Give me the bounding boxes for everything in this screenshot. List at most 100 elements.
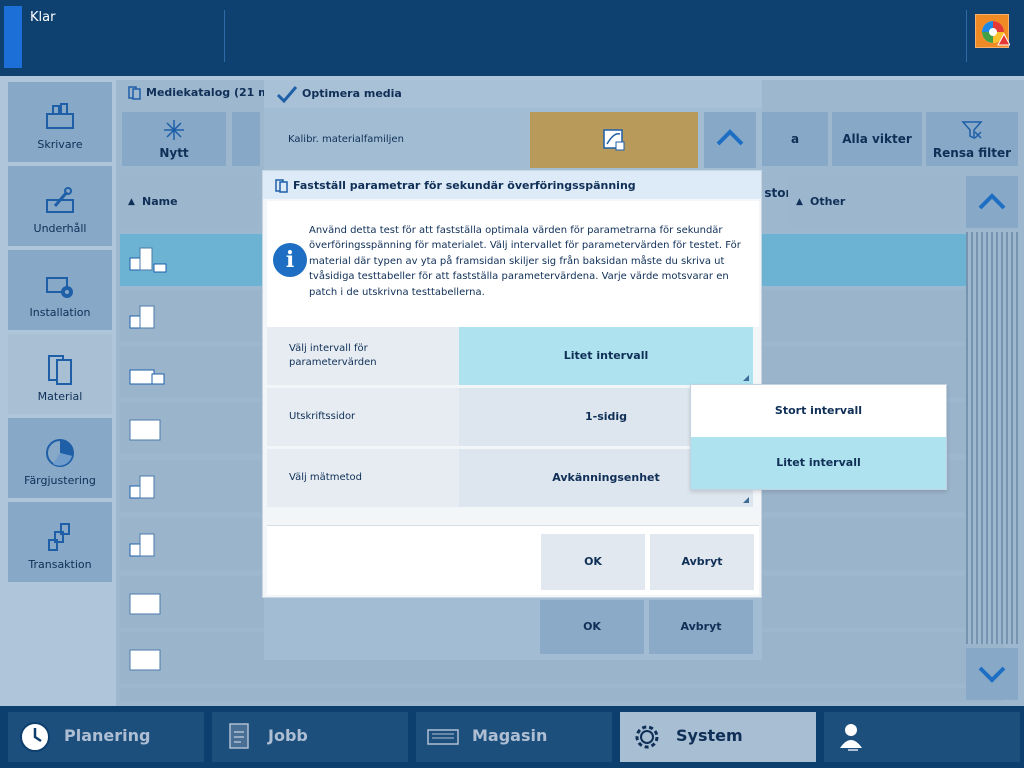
clear-filter-button[interactable]: Rensa filter (926, 112, 1018, 166)
transaction-icon (48, 523, 70, 551)
calibrate-icon (603, 129, 625, 151)
tab-label: System (676, 726, 743, 745)
dialog-title: Optimera media (302, 87, 402, 100)
nav-item-material[interactable]: Material (8, 334, 112, 414)
scrollbar[interactable] (966, 176, 1018, 700)
calib-collapse-button[interactable] (704, 112, 756, 168)
media-pages-icon (275, 179, 288, 193)
bg-cancel-button[interactable]: Avbryt (649, 600, 753, 654)
checkmark-icon (276, 86, 298, 103)
user-key-icon (840, 724, 862, 751)
sizes-filter-button[interactable]: a storlekar (762, 112, 828, 200)
tab-system[interactable]: System (620, 712, 816, 762)
media-pages-icon (128, 86, 141, 100)
nav-item-underhall[interactable]: Underhåll (8, 166, 112, 246)
funnel-clear-icon (961, 121, 983, 140)
tab-planering[interactable]: Planering (8, 712, 204, 762)
divider (224, 10, 225, 62)
tab-label: Planering (64, 726, 151, 745)
column-name-label: Name (142, 195, 178, 208)
sides-row: Utskriftssidor 1-sidig (267, 388, 753, 446)
sides-label: Utskriftssidor (289, 411, 356, 422)
column-header-name[interactable]: ▲ Name (120, 176, 260, 228)
bg-ok-button[interactable]: OK (540, 600, 644, 654)
nav-item-label: Installation (29, 306, 91, 319)
column-other-label: Other (810, 195, 846, 208)
secondary-transfer-voltage-dialog: Fastställ parametrar för sekundär överfö… (262, 170, 762, 598)
interval-value: Litet intervall (563, 349, 649, 362)
divider (966, 10, 967, 62)
gear-icon (635, 725, 659, 749)
status-text: Klar (30, 10, 56, 25)
media-icon (129, 475, 155, 499)
tab-label: Jobb (268, 726, 308, 745)
calibrate-family-button[interactable] (530, 112, 698, 168)
scroll-track[interactable] (966, 232, 1018, 644)
method-row: Välj mätmetod Avkänningsenhet (267, 449, 753, 507)
table-row[interactable] (120, 688, 1004, 702)
scroll-down-button[interactable] (966, 648, 1018, 700)
chevron-down-icon (978, 666, 1006, 683)
color-adjust-icon (46, 439, 74, 467)
bottom-tab-bar: Planering Jobb Magasin System (0, 706, 1024, 768)
media-icon (129, 419, 161, 441)
nav-item-skrivare[interactable]: Skrivare (8, 82, 112, 162)
media-icon (129, 369, 165, 385)
printer-icon (46, 103, 74, 129)
media-pages-icon (48, 355, 72, 385)
clock-icon (20, 722, 50, 752)
nav-item-fargjustering[interactable]: Färgjustering (8, 418, 112, 498)
ok-button[interactable]: OK (541, 534, 645, 590)
chevron-up-icon (716, 129, 744, 146)
interval-row: Välj intervall för parametervärden Litet… (267, 327, 753, 385)
weights-filter-button[interactable]: Alla vikter (832, 112, 922, 166)
nav-item-label: Skrivare (37, 138, 83, 151)
weights-filter-label: Alla vikter (842, 132, 912, 146)
nav-item-label: Material (37, 390, 83, 403)
tab-jobb[interactable]: Jobb (212, 712, 408, 762)
sort-icon: ▲ (128, 197, 135, 207)
dropdown-corner-icon (743, 375, 749, 381)
cancel-button[interactable]: Avbryt (650, 534, 754, 590)
sides-value: 1-sidig (584, 410, 628, 423)
installation-gear-icon (46, 277, 73, 298)
dialog-header: Optimera media (264, 80, 762, 108)
left-navigation: Skrivare Underhåll Installation Material… (4, 80, 116, 706)
dropdown-corner-icon (743, 497, 749, 503)
tab-magasin[interactable]: Magasin (416, 712, 612, 762)
status-indicator (4, 6, 22, 68)
document-icon (229, 723, 249, 749)
interval-select[interactable]: Litet intervall (459, 327, 753, 385)
color-wheel-warning-icon[interactable] (975, 14, 1011, 48)
media-icon (129, 533, 155, 557)
paper-tray-icon (427, 729, 459, 745)
scroll-up-button[interactable] (966, 176, 1018, 228)
nav-item-transaktion[interactable]: Transaktion (8, 502, 112, 582)
chevron-up-icon (978, 193, 1006, 210)
option-small-interval[interactable]: Litet intervall (691, 437, 946, 489)
sort-icon: ▲ (796, 197, 803, 207)
nav-item-label: Färgjustering (24, 474, 96, 487)
media-icon (129, 649, 161, 671)
dialog-header: Fastställ parametrar för sekundär överfö… (263, 171, 761, 199)
option-large-interval[interactable]: Stort intervall (691, 385, 946, 437)
info-panel: i Använd detta test för att fastställa o… (267, 201, 759, 327)
calib-label: Kalibr. materialfamiljen (288, 134, 404, 145)
toolbar-button[interactable] (232, 112, 260, 166)
nav-item-label: Transaktion (28, 558, 92, 571)
media-icon (129, 305, 155, 329)
nav-item-label: Underhåll (33, 222, 87, 235)
method-value: Avkänningsenhet (552, 471, 660, 484)
dialog-title: Fastställ parametrar för sekundär överfö… (293, 179, 636, 192)
media-icon (129, 247, 167, 273)
tab-label: Magasin (472, 726, 548, 745)
info-text: Använd detta test för att fastställa opt… (309, 225, 741, 298)
tab-user[interactable] (824, 712, 1020, 762)
column-header-other[interactable]: ▲ Other (788, 176, 962, 228)
new-button[interactable]: Nytt (122, 112, 226, 166)
method-label: Välj mätmetod (289, 472, 362, 483)
nav-item-installation[interactable]: Installation (8, 250, 112, 330)
dialog-footer: OK Avbryt (267, 525, 759, 595)
new-button-label: Nytt (159, 146, 189, 160)
interval-label: Välj intervall för parametervärden (289, 343, 377, 368)
